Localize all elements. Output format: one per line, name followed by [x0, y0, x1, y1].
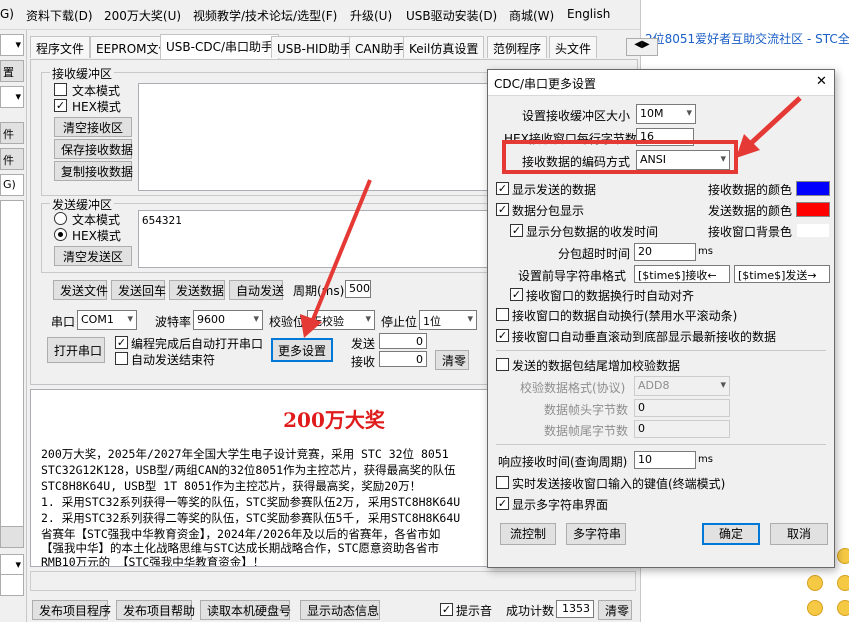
arrow-to-more-settings [310, 179, 372, 323]
arrow-to-encoding [746, 96, 802, 148]
annotation-arrows [300, 96, 802, 338]
arrow-head-more-settings [300, 314, 322, 338]
